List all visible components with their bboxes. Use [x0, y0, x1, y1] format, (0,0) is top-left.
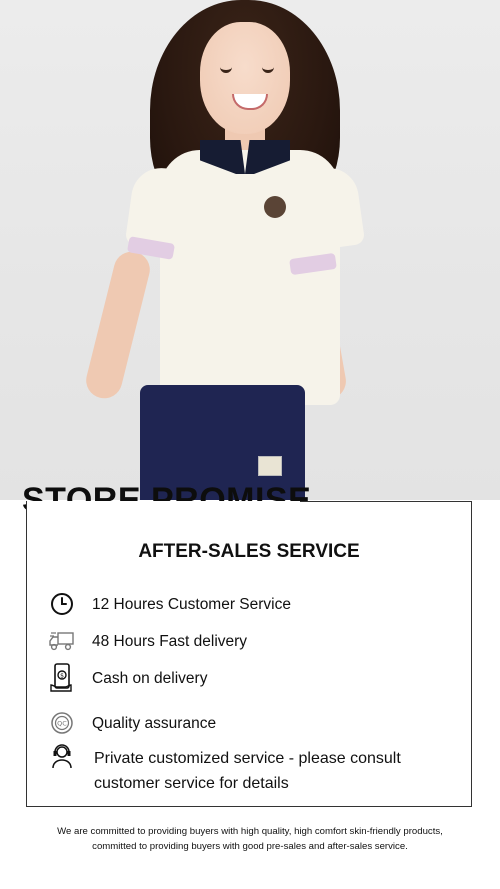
- commitment-footer: We are committed to providing buyers wit…: [0, 824, 500, 854]
- svg-text:QC: QC: [57, 720, 67, 728]
- truck-icon: [48, 627, 76, 655]
- shorts-label-patch: [258, 456, 282, 476]
- service-item-custom-service: Private customized service - please cons…: [48, 744, 404, 796]
- product-photo: [0, 0, 500, 500]
- service-item-cash-on-delivery: $ Cash on delivery: [48, 663, 208, 692]
- service-label: Quality assurance: [92, 714, 217, 732]
- bear-embroidery: [264, 196, 286, 218]
- svg-text:$: $: [60, 673, 64, 680]
- clock-icon: [48, 590, 76, 618]
- footer-line-1: We are committed to providing buyers wit…: [57, 826, 443, 837]
- quality-badge-icon: QC: [48, 709, 76, 737]
- service-item-customer-service: 12 Houres Customer Service: [48, 590, 291, 618]
- service-item-quality: QC Quality assurance: [48, 709, 216, 737]
- after-sales-title: AFTER-SALES SERVICE: [138, 541, 360, 562]
- service-label: Cash on delivery: [92, 669, 208, 687]
- service-label: 48 Hours Fast delivery: [92, 632, 248, 650]
- service-label: 12 Houres Customer Service: [92, 595, 291, 613]
- service-item-fast-delivery: 48 Hours Fast delivery: [48, 627, 247, 655]
- footer-line-2: committed to providing buyers with good …: [92, 841, 408, 852]
- service-label: Private customized service - please cons…: [94, 750, 401, 792]
- left-arm: [82, 247, 154, 403]
- polo-shirt: [160, 150, 340, 405]
- phone-cash-icon: $: [48, 663, 76, 692]
- face: [200, 22, 290, 134]
- headset-agent-icon: [48, 742, 76, 770]
